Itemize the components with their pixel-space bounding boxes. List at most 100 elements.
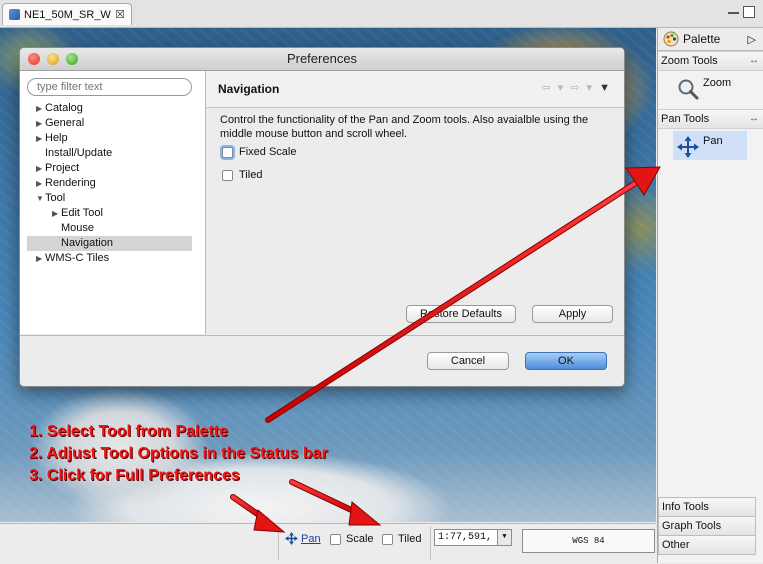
tree-item-rendering[interactable]: ▶ Rendering bbox=[20, 176, 205, 191]
active-tool-label: Pan bbox=[301, 532, 321, 545]
palette-header[interactable]: Palette ▷ bbox=[658, 28, 763, 51]
collapsed-drawers: Info Tools Graph Tools Other bbox=[658, 497, 756, 555]
tree-item-general[interactable]: ▶ General bbox=[20, 116, 205, 131]
drawer-label: Pan Tools bbox=[661, 113, 710, 125]
pin-icon[interactable]: ↔ bbox=[749, 52, 759, 70]
active-tool-link[interactable]: Pan bbox=[285, 532, 321, 545]
annotation-step-3: 3. Click for Full Preferences bbox=[29, 467, 240, 484]
magnifier-icon bbox=[678, 79, 699, 100]
back-forward-icon[interactable]: ⇦ ▾ ⇨ ▾ bbox=[541, 82, 594, 94]
expand-arrow-icon[interactable]: ▶ bbox=[36, 101, 45, 116]
pan-icon bbox=[677, 136, 699, 158]
pin-icon[interactable]: ↔ bbox=[749, 110, 759, 128]
drawer-info-tools[interactable]: Info Tools bbox=[658, 497, 756, 517]
tree-item-mouse[interactable]: Mouse bbox=[20, 221, 205, 236]
map-icon bbox=[9, 9, 20, 20]
maximize-button[interactable] bbox=[743, 6, 755, 18]
tiled-option[interactable]: Tiled bbox=[222, 169, 262, 181]
tree-item-label: Mouse bbox=[61, 222, 95, 234]
page-description: Control the functionality of the Pan and… bbox=[220, 114, 589, 140]
dialog-button-bar: Cancel OK bbox=[20, 335, 624, 386]
palette-expand-icon[interactable]: ▷ bbox=[748, 33, 756, 46]
expand-arrow-icon[interactable]: ▶ bbox=[52, 206, 61, 221]
tree-item-wms-c-tiles[interactable]: ▶ WMS-C Tiles bbox=[20, 251, 205, 266]
tree-item-label: Navigation bbox=[61, 237, 113, 249]
ok-button[interactable]: OK bbox=[525, 352, 607, 370]
status-bar: Pan Scale Tiled 1:77,591, ▼ WGS 84 bbox=[0, 523, 656, 564]
tree-item-catalog[interactable]: ▶ Catalog bbox=[20, 101, 205, 116]
close-icon[interactable]: ☒ bbox=[115, 8, 125, 21]
drawer-label: Zoom Tools bbox=[661, 55, 718, 67]
chevron-down-icon[interactable]: ▼ bbox=[497, 530, 511, 545]
tree-item-help[interactable]: ▶ Help bbox=[20, 131, 205, 146]
tool-label: Zoom bbox=[703, 77, 732, 89]
minimize-button[interactable] bbox=[728, 12, 739, 14]
editor-tab-label: NE1_50M_SR_W bbox=[24, 8, 111, 21]
annotation-step-1: 1. Select Tool from Palette bbox=[29, 423, 228, 440]
annotation-step-2: 2. Adjust Tool Options in the Status bar bbox=[29, 445, 328, 462]
tiled-label: Tiled bbox=[239, 169, 263, 181]
page-header: Navigation ⇦ ▾ ⇨ ▾ ▼ bbox=[206, 71, 624, 108]
tree-item-label: General bbox=[45, 117, 85, 129]
palette-icon bbox=[663, 31, 679, 47]
preferences-tree-panel: ▶Catalog ▶General ▶Help Install/Update ▶… bbox=[20, 71, 206, 334]
page-nav-controls: ⇦ ▾ ⇨ ▾ ▼ bbox=[541, 81, 612, 94]
tree-item-navigation[interactable]: Navigation bbox=[27, 236, 192, 251]
cancel-button[interactable]: Cancel bbox=[427, 352, 509, 370]
tree-item-label: Edit Tool bbox=[61, 207, 103, 219]
preference-page: Navigation ⇦ ▾ ⇨ ▾ ▼ Control the functio… bbox=[206, 71, 624, 334]
tool-label: Pan bbox=[703, 135, 723, 147]
scale-option[interactable]: Scale bbox=[330, 533, 374, 545]
preferences-tree: ▶ Catalog ▶ General ▶ Help Install/Update ▶… bbox=[20, 101, 205, 266]
view-menu-icon[interactable]: ▼ bbox=[599, 82, 612, 94]
palette-title: Palette bbox=[683, 32, 721, 46]
drawer-graph-tools[interactable]: Graph Tools bbox=[658, 516, 756, 536]
dialog-title: Preferences bbox=[286, 51, 358, 66]
status-separator bbox=[430, 526, 431, 560]
preferences-dialog: Preferences ▶Catalog ▶General ▶Help Inst… bbox=[19, 47, 625, 387]
tree-item-label: Catalog bbox=[45, 102, 83, 114]
filter-input[interactable] bbox=[27, 78, 192, 96]
drawer-pan-tools[interactable]: Pan Tools ↔ bbox=[658, 109, 763, 129]
tiled-option-label: Tiled bbox=[398, 533, 422, 545]
tree-item-install-update[interactable]: Install/Update bbox=[20, 146, 205, 161]
restore-defaults-button[interactable]: Restore Defaults bbox=[406, 305, 516, 323]
page-title: Navigation bbox=[218, 82, 280, 96]
fixed-scale-checkbox[interactable] bbox=[222, 146, 233, 158]
minimize-window-button[interactable] bbox=[47, 53, 59, 65]
dialog-title-bar: Preferences bbox=[20, 48, 624, 71]
expand-arrow-icon[interactable]: ▶ bbox=[36, 131, 45, 146]
scale-option-label: Scale bbox=[346, 533, 374, 545]
tree-item-label: WMS-C Tiles bbox=[45, 252, 110, 264]
tiled-option[interactable]: Tiled bbox=[382, 533, 421, 545]
editor-tab-bar: NE1_50M_SR_W ☒ bbox=[0, 0, 763, 28]
tree-item-label: Rendering bbox=[45, 177, 96, 189]
crs-display[interactable]: WGS 84 bbox=[522, 529, 655, 553]
zoom-tool[interactable]: Zoom bbox=[658, 71, 763, 109]
tree-item-tool[interactable]: ▼Tool bbox=[20, 191, 205, 206]
scale-checkbox[interactable] bbox=[330, 533, 341, 545]
expand-arrow-icon[interactable]: ▶ bbox=[36, 251, 45, 266]
tree-item-label: Project bbox=[45, 162, 80, 174]
apply-button[interactable]: Apply bbox=[532, 305, 613, 323]
tiled-checkbox[interactable] bbox=[222, 169, 233, 181]
tiled-checkbox[interactable] bbox=[382, 533, 393, 545]
status-separator bbox=[278, 526, 279, 560]
tree-item-edit-tool[interactable]: ▶ Edit Tool bbox=[20, 206, 205, 221]
scale-combo[interactable]: 1:77,591, ▼ bbox=[434, 529, 512, 546]
fixed-scale-option[interactable]: Fixed Scale bbox=[222, 146, 296, 158]
expand-arrow-icon[interactable]: ▶ bbox=[36, 176, 45, 191]
close-window-button[interactable] bbox=[28, 53, 40, 65]
map-editor-tab[interactable]: NE1_50M_SR_W ☒ bbox=[2, 3, 132, 25]
drawer-zoom-tools[interactable]: Zoom Tools ↔ bbox=[658, 51, 763, 71]
drawer-other[interactable]: Other bbox=[658, 535, 756, 555]
scale-value: 1:77,591, bbox=[438, 532, 493, 543]
expand-arrow-icon[interactable]: ▶ bbox=[36, 116, 45, 131]
expand-arrow-icon[interactable]: ▶ bbox=[36, 161, 45, 176]
collapse-arrow-icon[interactable]: ▼ bbox=[36, 191, 45, 206]
pan-tool[interactable]: Pan bbox=[658, 129, 763, 167]
tree-item-project[interactable]: ▶ Project bbox=[20, 161, 205, 176]
tree-item-label: Install/Update bbox=[45, 147, 113, 159]
tree-item-label: Tool bbox=[45, 192, 66, 204]
zoom-window-button[interactable] bbox=[66, 53, 78, 65]
